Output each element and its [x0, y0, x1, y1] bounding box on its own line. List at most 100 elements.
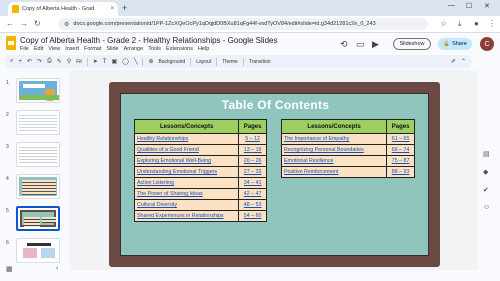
menu-edit[interactable]: Edit [34, 46, 43, 52]
contacts-icon[interactable]: ☺ [483, 204, 490, 211]
keep-icon[interactable]: ◆ [483, 168, 488, 176]
lesson-link[interactable]: Qualities of a Good Friend [133, 144, 240, 156]
filmstrip-item[interactable]: 3 [0, 142, 68, 170]
menu-arrange[interactable]: Arrange [124, 46, 144, 52]
url-bar[interactable]: ⚙ docs.google.com/presentation/d/1PP-1Zc… [58, 18, 428, 30]
menu-extensions[interactable]: Extensions [166, 46, 193, 52]
pages-link[interactable]: 20 – 26 [238, 155, 267, 167]
lesson-link[interactable]: Healthy Relationships [133, 133, 240, 145]
pages-link[interactable]: 61 – 65 [386, 133, 415, 145]
grid-view-icon[interactable]: ▦ [6, 265, 13, 273]
minimize-button[interactable]: — [448, 2, 455, 9]
filmstrip-item[interactable]: 6 [0, 238, 68, 266]
document-title[interactable]: Copy of Alberta Health - Grade 2 - Healt… [20, 36, 277, 45]
new-slide-icon[interactable]: + [18, 59, 22, 65]
pages-link[interactable]: 66 – 74 [386, 144, 415, 156]
forward-icon[interactable]: → [20, 19, 28, 28]
layout-button[interactable]: Layout [196, 59, 211, 65]
slide-frame[interactable]: Table Of Contents Lessons/Concepts Pages… [109, 82, 440, 267]
browser-tab[interactable]: Copy of Alberta Health - Grad × [8, 2, 118, 16]
pages-link[interactable]: 42 – 47 [238, 188, 267, 200]
toc-table-left[interactable]: Lessons/Concepts Pages Healthy Relations… [133, 119, 267, 222]
slide-thumbnail[interactable] [16, 174, 60, 199]
slide-thumbnail-selected[interactable] [16, 206, 60, 231]
pages-link[interactable]: 75 – 87 [386, 155, 415, 167]
pages-link[interactable]: 88 – 93 [386, 166, 415, 178]
text-box-icon[interactable]: T [103, 59, 107, 65]
filmstrip-item[interactable]: 1 [0, 78, 68, 106]
avatar[interactable]: C [480, 37, 494, 51]
insert-image-icon[interactable]: ▣ [111, 58, 117, 65]
filmstrip-item[interactable]: 5 [0, 206, 68, 234]
background-button[interactable]: Background [159, 59, 186, 65]
lesson-link[interactable]: Exploring Emotional Well-Being [133, 155, 240, 167]
slide-content[interactable]: Table Of Contents Lessons/Concepts Pages… [120, 93, 429, 256]
share-button[interactable]: 🔒 Share [438, 38, 472, 50]
add-comment-icon[interactable]: ⊕ [148, 58, 153, 65]
tab-close-icon[interactable]: × [110, 6, 114, 12]
print-icon[interactable]: ⎙ [47, 58, 52, 65]
toc-table-right[interactable]: Lessons/Concepts Pages The Importance of… [280, 119, 415, 178]
lesson-link[interactable]: Understanding Emotional Triggers [133, 166, 240, 178]
new-tab-button[interactable]: + [122, 2, 127, 14]
theme-button[interactable]: Theme [222, 59, 238, 65]
collapse-filmstrip-icon[interactable]: ‹ [56, 265, 58, 272]
line-icon[interactable]: ╲ [134, 58, 138, 65]
browser-menu-icon[interactable]: ⋮ [488, 19, 496, 28]
pages-link[interactable]: 48 – 53 [238, 199, 267, 211]
zoom-icon[interactable]: ⚲ [67, 58, 71, 65]
select-cursor-icon[interactable]: ➤ [93, 58, 98, 65]
slide-title[interactable]: Table Of Contents [121, 98, 430, 112]
downloads-icon[interactable]: ⤓ [458, 19, 462, 29]
close-window-button[interactable]: ✕ [484, 2, 490, 10]
lesson-link[interactable]: Active Listening [133, 177, 240, 189]
menu-view[interactable]: View [48, 46, 60, 52]
lesson-link[interactable]: The Importance of Empathy [280, 133, 388, 145]
tasks-icon[interactable]: ✔ [483, 186, 489, 194]
slide-thumbnail[interactable] [16, 142, 60, 167]
pages-link[interactable]: 5 – 12 [238, 133, 267, 145]
redo-icon[interactable]: ↷ [37, 58, 42, 65]
maximize-button[interactable]: ☐ [466, 2, 472, 10]
menu-help[interactable]: Help [198, 46, 209, 52]
pages-link[interactable]: 13 – 19 [238, 144, 267, 156]
filmstrip-item[interactable]: 4 [0, 174, 68, 202]
menu-tools[interactable]: Tools [148, 46, 161, 52]
pages-link[interactable]: 27 – 33 [238, 166, 267, 178]
pages-link[interactable]: 34 – 41 [238, 177, 267, 189]
menu-slide[interactable]: Slide [106, 46, 118, 52]
pages-link[interactable]: 54 – 60 [238, 210, 267, 222]
slide-thumbnail[interactable] [16, 110, 60, 135]
back-icon[interactable]: ← [6, 19, 14, 28]
shape-icon[interactable]: ◯ [122, 58, 129, 65]
lesson-link[interactable]: Shared Experiences in Relationships [133, 210, 240, 222]
pen-mode-icon[interactable]: ✐ [451, 58, 456, 65]
comments-icon[interactable]: ▭ [356, 39, 365, 50]
menu-insert[interactable]: Insert [65, 46, 79, 52]
meet-icon[interactable]: ▶ [372, 39, 379, 50]
version-history-icon[interactable]: ⟲ [340, 39, 348, 50]
profile-icon[interactable]: ● [474, 19, 479, 28]
slide-thumbnail[interactable] [16, 78, 60, 103]
site-info-icon[interactable]: ⚙ [64, 21, 69, 28]
slide-thumbnail[interactable] [16, 238, 60, 263]
reload-icon[interactable]: ↻ [34, 19, 41, 28]
lesson-link[interactable]: The Power of Sharing Ideas [133, 188, 240, 200]
transition-button[interactable]: Transition [249, 59, 271, 65]
slides-logo-icon[interactable] [6, 36, 16, 50]
menu-file[interactable]: File [20, 46, 29, 52]
lesson-link[interactable]: Recognizing Personal Boundaries [280, 144, 388, 156]
lesson-link[interactable]: Cultural Diversity [133, 199, 240, 211]
zoom-select[interactable]: Fit [76, 59, 82, 65]
collapse-toolbar-icon[interactable]: ⌃ [461, 58, 466, 65]
bookmark-star-icon[interactable]: ☆ [440, 19, 447, 28]
undo-icon[interactable]: ↶ [27, 58, 32, 65]
slideshow-button[interactable]: Slideshow [393, 38, 431, 50]
calendar-icon[interactable]: ▤ [483, 150, 490, 158]
search-menus-icon[interactable]: ⌕ [10, 58, 13, 65]
lesson-link[interactable]: Emotional Resilience [280, 155, 388, 167]
filmstrip-item[interactable]: 2 [0, 110, 68, 138]
lesson-link[interactable]: Positive Reinforcement [280, 166, 388, 178]
menu-format[interactable]: Format [84, 46, 101, 52]
paint-format-icon[interactable]: ✎ [57, 58, 62, 65]
